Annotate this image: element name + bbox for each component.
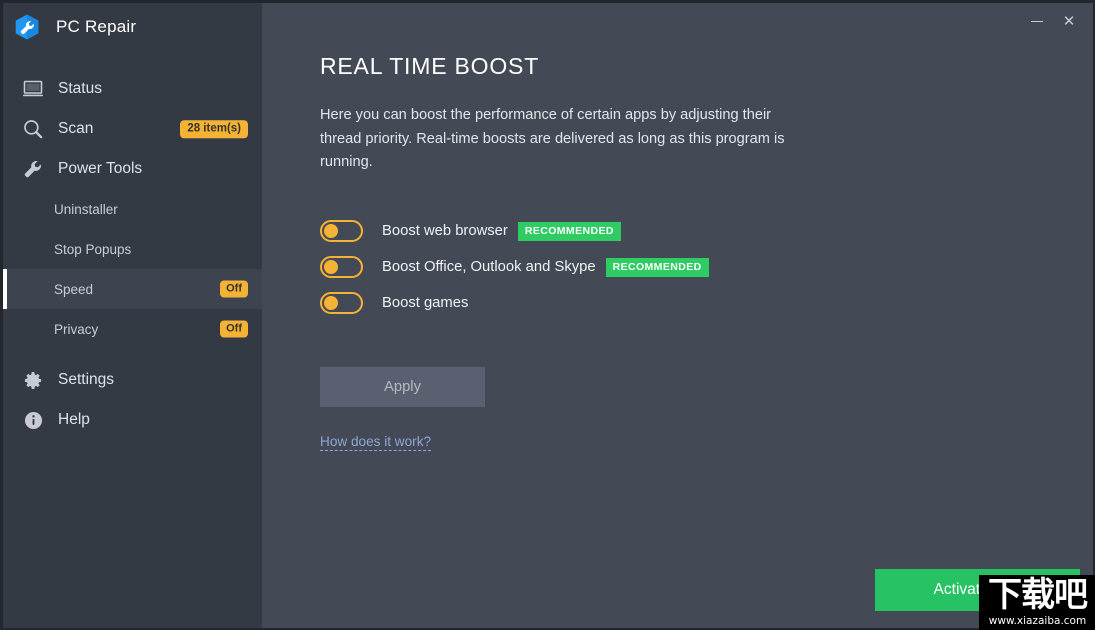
- gear-icon: [22, 369, 44, 391]
- minimize-button[interactable]: [1021, 7, 1053, 35]
- sidebar-item-privacy[interactable]: Privacy Off: [3, 309, 262, 349]
- page-description: Here you can boost the performance of ce…: [320, 107, 785, 171]
- page-title: REAL TIME BOOST: [320, 53, 540, 79]
- app-window: PC Repair Status Scan 28 item(s) Power T…: [0, 0, 1095, 630]
- sidebar-item-label: Uninstaller: [54, 201, 118, 217]
- magnifier-icon: [22, 118, 44, 140]
- wrench-hex-icon: [13, 13, 41, 41]
- toggle-knob: [324, 224, 338, 239]
- toggle-label: Boost games: [382, 295, 469, 312]
- sidebar-item-scan[interactable]: Scan 28 item(s): [3, 109, 262, 149]
- sidebar-item-label: Privacy: [54, 321, 99, 337]
- toggle-label: Boost web browser: [382, 223, 508, 240]
- watermark-url-text: www.xiazaiba.com: [988, 615, 1087, 627]
- info-circle-icon: [22, 409, 44, 431]
- boost-office-toggle[interactable]: [320, 256, 363, 279]
- minimize-icon: [1031, 20, 1043, 22]
- sidebar-item-settings[interactable]: Settings: [3, 360, 262, 400]
- toggle-knob: [324, 260, 338, 275]
- watermark-chinese-text: 下载吧: [988, 575, 1088, 615]
- recommended-badge: RECOMMENDED: [605, 257, 709, 277]
- boost-games-toggle[interactable]: [320, 292, 363, 315]
- sidebar-item-label: Stop Popups: [54, 241, 132, 257]
- boost-games-row: Boost games: [320, 286, 1073, 321]
- toggle-label: Boost Office, Outlook and Skype: [382, 259, 596, 276]
- app-brand: PC Repair: [3, 3, 262, 51]
- boost-office-row: Boost Office, Outlook and Skype RECOMMEN…: [320, 250, 1073, 285]
- site-watermark: 下载吧 www.xiazaiba.com: [979, 575, 1095, 630]
- sidebar-item-stop-popups[interactable]: Stop Popups: [3, 229, 262, 269]
- privacy-status-badge: Off: [220, 320, 248, 338]
- sidebar-item-label: Settings: [58, 371, 115, 388]
- sidebar-item-label: Scan: [58, 120, 94, 137]
- wrench-icon: [22, 158, 44, 180]
- boost-panel: REAL TIME BOOST Here you can boost the p…: [320, 53, 1073, 451]
- app-title: PC Repair: [56, 17, 137, 36]
- toggle-knob: [324, 296, 338, 311]
- window-controls: ✕: [1021, 3, 1093, 39]
- sidebar-item-speed[interactable]: Speed Off: [3, 269, 262, 309]
- monitor-icon: [22, 78, 44, 100]
- sidebar-item-label: Help: [58, 411, 90, 428]
- apply-button[interactable]: Apply: [320, 366, 485, 407]
- sidebar: PC Repair Status Scan 28 item(s) Power T…: [3, 3, 262, 628]
- sidebar-item-help[interactable]: Help: [3, 400, 262, 440]
- sidebar-nav: Status Scan 28 item(s) Power Tools Unins…: [3, 69, 262, 440]
- speed-status-badge: Off: [220, 280, 248, 298]
- sidebar-item-label: Power Tools: [58, 160, 143, 177]
- how-does-it-work-link[interactable]: How does it work?: [320, 434, 432, 451]
- sidebar-item-label: Status: [58, 80, 102, 97]
- recommended-badge: RECOMMENDED: [517, 221, 621, 241]
- sidebar-item-status[interactable]: Status: [3, 69, 262, 109]
- sidebar-item-power-tools[interactable]: Power Tools: [3, 149, 262, 189]
- close-button[interactable]: ✕: [1053, 7, 1085, 35]
- boost-web-browser-toggle[interactable]: [320, 220, 363, 243]
- sidebar-item-uninstaller[interactable]: Uninstaller: [3, 189, 262, 229]
- scan-count-badge: 28 item(s): [180, 120, 248, 138]
- sidebar-item-label: Speed: [54, 281, 94, 297]
- boost-web-browser-row: Boost web browser RECOMMENDED: [320, 214, 1073, 249]
- main-content: ✕ REAL TIME BOOST Here you can boost the…: [262, 3, 1093, 628]
